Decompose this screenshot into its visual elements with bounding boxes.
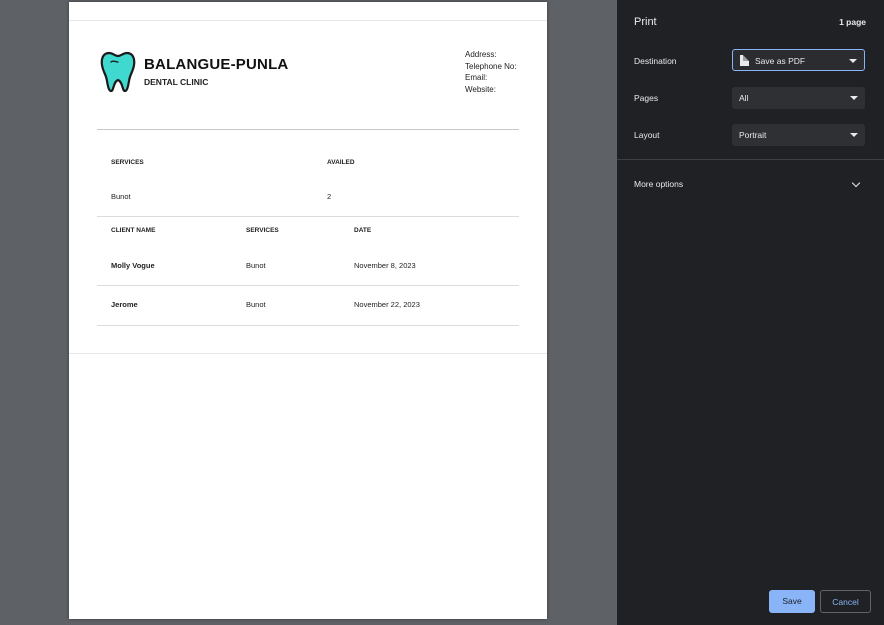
print-title: Print — [634, 16, 657, 28]
summary-divider — [97, 216, 519, 217]
contact-email-label: Email: — [465, 73, 488, 82]
page-count: 1 page — [839, 17, 866, 27]
header-divider — [97, 129, 519, 130]
preview-page: BALANGUE-PUNLA DENTAL CLINIC Address: Te… — [69, 2, 547, 619]
client-row-1-name: Molly Vogue — [111, 261, 155, 270]
document-icon — [740, 55, 749, 66]
table-bottom-divider — [97, 325, 519, 326]
client-row-1-date: November 8, 2023 — [354, 261, 416, 270]
dropdown-arrow-icon — [849, 59, 857, 63]
destination-value: Save as PDF — [755, 56, 806, 66]
contact-address-label: Address: — [465, 50, 497, 59]
tooth-icon — [100, 51, 136, 93]
print-preview-area: BALANGUE-PUNLA DENTAL CLINIC Address: Te… — [0, 0, 617, 625]
page-bottom-divider — [69, 353, 547, 354]
summary-cell-availed: 2 — [327, 192, 332, 201]
client-header-services: SERVICES — [246, 227, 279, 234]
layout-select[interactable]: Portrait — [732, 124, 865, 146]
client-header-name: CLIENT NAME — [111, 227, 156, 234]
layout-label: Layout — [634, 130, 660, 140]
contact-telephone-label: Telephone No: — [465, 62, 517, 71]
more-options-toggle[interactable]: More options — [634, 179, 683, 189]
save-button[interactable]: Save — [769, 590, 815, 613]
clinic-name: BALANGUE-PUNLA — [144, 56, 289, 73]
clinic-subtitle: DENTAL CLINIC — [144, 77, 209, 87]
summary-header-services: SERVICES — [111, 159, 144, 166]
client-header-date: DATE — [354, 227, 372, 234]
pages-label: Pages — [634, 93, 659, 103]
dropdown-arrow-icon — [850, 133, 858, 137]
dropdown-arrow-icon — [850, 96, 858, 100]
contact-website-label: Website: — [465, 85, 496, 94]
summary-cell-service: Bunot — [111, 192, 131, 201]
pages-select[interactable]: All — [732, 87, 865, 109]
page-top-divider — [69, 20, 547, 21]
client-row-1-service: Bunot — [246, 261, 266, 270]
destination-label: Destination — [634, 56, 677, 66]
table-row-divider — [97, 285, 519, 286]
chevron-down-icon[interactable] — [851, 178, 861, 188]
layout-value: Portrait — [739, 130, 767, 140]
client-row-2-date: November 22, 2023 — [354, 300, 420, 309]
pages-value: All — [739, 93, 749, 103]
client-row-2-name: Jerome — [111, 300, 138, 309]
print-settings-sidebar: Print 1 page Destination Save as PDF Pag… — [617, 0, 884, 625]
settings-divider — [617, 159, 884, 160]
client-row-2-service: Bunot — [246, 300, 266, 309]
summary-header-availed: AVAILED — [327, 159, 355, 166]
cancel-button[interactable]: Cancel — [820, 590, 871, 613]
destination-select[interactable]: Save as PDF — [732, 49, 865, 71]
